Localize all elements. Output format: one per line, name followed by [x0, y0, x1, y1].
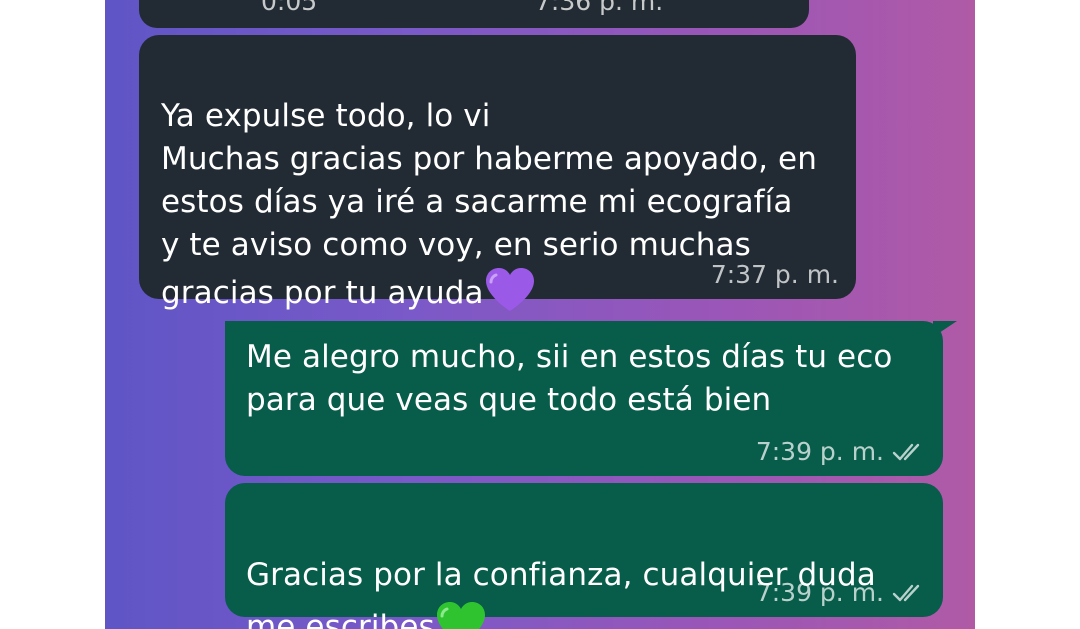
incoming-message-bubble[interactable]: Ya expulse todo, lo vi Muchas gracias po… — [139, 35, 856, 311]
message-text: Me alegro mucho, sii en estos días tu ec… — [246, 339, 893, 418]
message-time: 7:37 p. m. — [710, 260, 839, 289]
outgoing-message-bubble[interactable]: Me alegro mucho, sii en estos días tu ec… — [225, 321, 943, 476]
double-check-icon — [892, 584, 920, 601]
purple-heart-icon — [484, 267, 536, 313]
message-meta: 7:39 p. m. — [756, 437, 926, 466]
chat-area: 0:05 7:36 p. m. Ya expulse todo, lo vi M… — [105, 0, 975, 629]
double-check-icon — [892, 443, 920, 460]
message-time: 7:39 p. m. — [755, 578, 884, 607]
outgoing-bubble-tail — [933, 321, 957, 337]
outgoing-message-bubble[interactable]: Gracias por la confianza, cualquier duda… — [225, 483, 943, 629]
message-time: 7:39 p. m. — [755, 437, 884, 466]
green-heart-icon — [435, 601, 487, 629]
voice-message-bubble[interactable]: 0:05 7:36 p. m. — [139, 0, 809, 28]
message-time: 7:36 p. m. — [535, 0, 664, 16]
message-text-wrap: Gracias por la confianza, cualquier duda… — [246, 497, 876, 629]
message-meta: 7:39 p. m. — [756, 578, 926, 607]
voice-duration: 0:05 — [261, 0, 318, 16]
